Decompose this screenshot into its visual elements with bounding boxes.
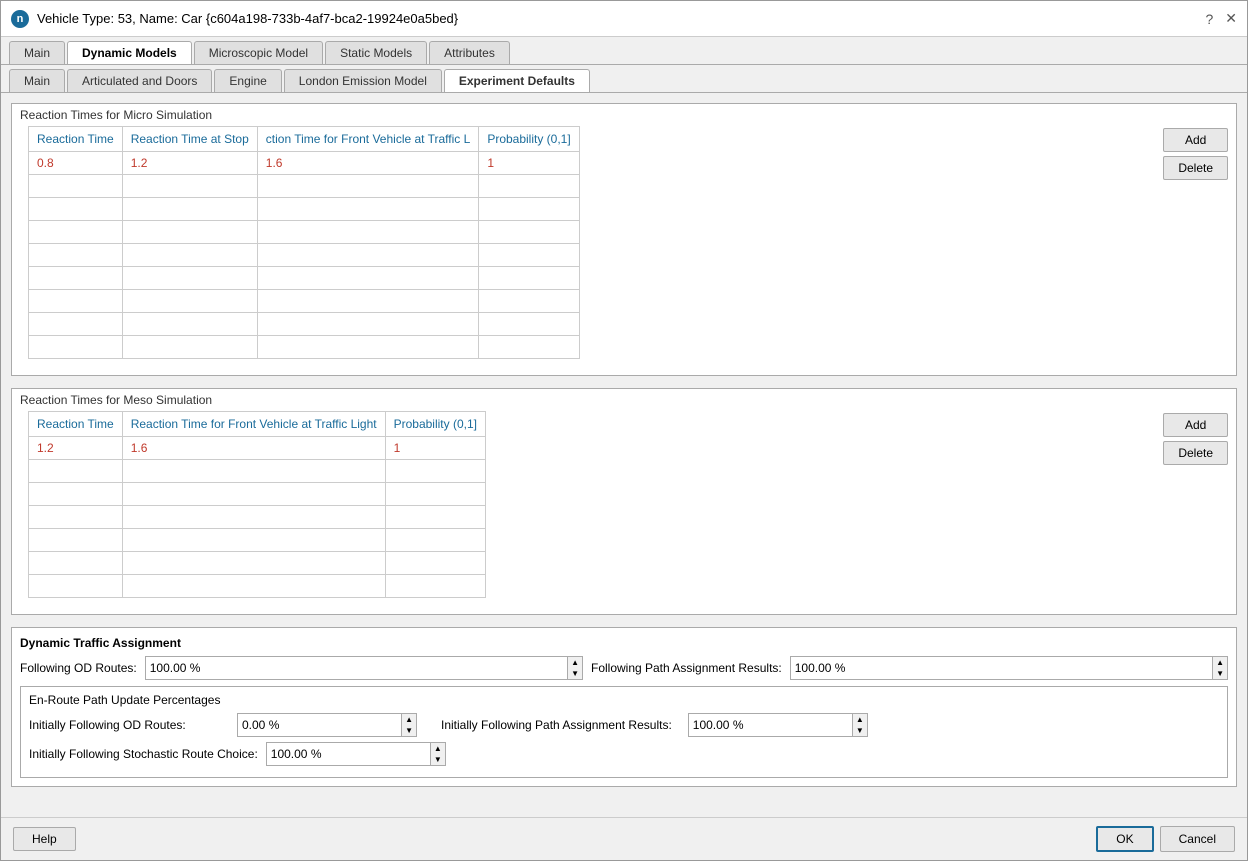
main-tab-bar: Main Dynamic Models Microscopic Model St… [1,37,1247,65]
subtab-experiment-defaults[interactable]: Experiment Defaults [444,69,590,92]
meso-reaction-time-cell: 1.2 [29,437,123,460]
meso-delete-button[interactable]: Delete [1163,441,1228,465]
footer: Help OK Cancel [1,817,1247,860]
tab-attributes[interactable]: Attributes [429,41,510,64]
meso-add-button[interactable]: Add [1163,413,1228,437]
init-stochastic-spinner: ▲ ▼ [430,743,445,765]
init-path-spinner: ▲ ▼ [852,714,867,736]
init-od-label: Initially Following OD Routes: [29,718,229,732]
init-stochastic-row: Initially Following Stochastic Route Cho… [29,742,1219,766]
init-path-input-wrap: ▲ ▼ [688,713,868,737]
subtab-main[interactable]: Main [9,69,65,92]
dta-title: Dynamic Traffic Assignment [20,636,1228,650]
meso-probability-cell: 1 [385,437,485,460]
meso-table-container: Reaction Time Reaction Time for Front Ve… [12,411,1236,614]
title-bar: n Vehicle Type: 53, Name: Car {c604a198-… [1,1,1247,37]
tab-dynamic-models[interactable]: Dynamic Models [67,41,192,64]
following-od-up[interactable]: ▲ [568,657,582,668]
subtab-london-emission[interactable]: London Emission Model [284,69,442,92]
micro-reaction-time-cell: 0.8 [29,152,123,175]
meso-col-reaction-time: Reaction Time [29,412,123,437]
init-stochastic-up[interactable]: ▲ [431,743,445,754]
following-od-label: Following OD Routes: [20,661,137,675]
dta-od-row: Following OD Routes: ▲ ▼ Following Path … [20,656,1228,680]
micro-col-probability: Probability (0,1] [479,127,579,152]
init-path-label: Initially Following Path Assignment Resu… [441,718,672,732]
init-path-input[interactable] [689,716,852,734]
tab-main[interactable]: Main [9,41,65,64]
micro-col-reaction-time: Reaction Time [29,127,123,152]
help-icon[interactable]: ? [1205,11,1213,27]
micro-table-container: Reaction Time Reaction Time at Stop ctio… [12,126,1236,375]
init-od-up[interactable]: ▲ [402,714,416,725]
micro-grid: Reaction Time Reaction Time at Stop ctio… [28,126,580,359]
micro-add-button[interactable]: Add [1163,128,1228,152]
init-od-row: Initially Following OD Routes: ▲ ▼ Initi… [29,713,1219,737]
micro-data-row[interactable]: 0.8 1.2 1.6 1 [29,152,580,175]
help-button[interactable]: Help [13,827,76,851]
en-route-box: En-Route Path Update Percentages Initial… [20,686,1228,778]
following-path-spinner: ▲ ▼ [1212,657,1227,679]
ok-button[interactable]: OK [1096,826,1153,852]
content-area: Reaction Times for Micro Simulation Reac… [1,93,1247,817]
meso-data-row[interactable]: 1.2 1.6 1 [29,437,486,460]
main-window: n Vehicle Type: 53, Name: Car {c604a198-… [0,0,1248,861]
init-stochastic-input[interactable] [267,745,430,763]
micro-table-buttons: Add Delete [1163,126,1236,180]
micro-reaction-time-stop-cell: 1.2 [122,152,257,175]
init-od-down[interactable]: ▼ [402,725,416,736]
tab-microscopic-model[interactable]: Microscopic Model [194,41,323,64]
init-stochastic-down[interactable]: ▼ [431,754,445,765]
meso-reaction-time-front-cell: 1.6 [122,437,385,460]
following-path-down[interactable]: ▼ [1213,668,1227,679]
meso-col-probability: Probability (0,1] [385,412,485,437]
micro-col-reaction-time-stop: Reaction Time at Stop [122,127,257,152]
following-path-input[interactable] [791,659,1212,677]
init-od-spinner: ▲ ▼ [401,714,416,736]
following-od-input[interactable] [146,659,567,677]
init-path-up[interactable]: ▲ [853,714,867,725]
subtab-articulated-doors[interactable]: Articulated and Doors [67,69,212,92]
init-stochastic-label: Initially Following Stochastic Route Cho… [29,747,258,761]
meso-section-title: Reaction Times for Meso Simulation [12,389,1236,411]
micro-reaction-time-front-cell: 1.6 [257,152,479,175]
following-path-label: Following Path Assignment Results: [591,661,782,675]
sub-tab-bar: Main Articulated and Doors Engine London… [1,65,1247,93]
micro-probability-cell: 1 [479,152,579,175]
init-od-input[interactable] [238,716,401,734]
app-icon: n [11,10,29,28]
following-path-up[interactable]: ▲ [1213,657,1227,668]
following-path-input-wrap: ▲ ▼ [790,656,1228,680]
micro-simulation-section: Reaction Times for Micro Simulation Reac… [11,103,1237,376]
window-title: Vehicle Type: 53, Name: Car {c604a198-73… [37,11,458,26]
en-route-title: En-Route Path Update Percentages [29,693,1219,707]
meso-table-buttons: Add Delete [1163,411,1236,465]
init-od-input-wrap: ▲ ▼ [237,713,417,737]
dta-section: Dynamic Traffic Assignment Following OD … [11,627,1237,787]
micro-delete-button[interactable]: Delete [1163,156,1228,180]
micro-col-reaction-time-front: ction Time for Front Vehicle at Traffic … [257,127,479,152]
meso-grid: Reaction Time Reaction Time for Front Ve… [28,411,486,598]
init-stochastic-input-wrap: ▲ ▼ [266,742,446,766]
following-od-down[interactable]: ▼ [568,668,582,679]
cancel-button[interactable]: Cancel [1160,826,1235,852]
following-od-input-wrap: ▲ ▼ [145,656,583,680]
following-od-spinner: ▲ ▼ [567,657,582,679]
meso-col-reaction-time-front: Reaction Time for Front Vehicle at Traff… [122,412,385,437]
micro-section-title: Reaction Times for Micro Simulation [12,104,1236,126]
subtab-engine[interactable]: Engine [214,69,281,92]
title-left: n Vehicle Type: 53, Name: Car {c604a198-… [11,10,458,28]
init-path-down[interactable]: ▼ [853,725,867,736]
tab-static-models[interactable]: Static Models [325,41,427,64]
close-icon[interactable]: ✕ [1225,10,1237,27]
footer-right: OK Cancel [1096,826,1235,852]
meso-simulation-section: Reaction Times for Meso Simulation React… [11,388,1237,615]
title-controls: ? ✕ [1205,10,1237,27]
